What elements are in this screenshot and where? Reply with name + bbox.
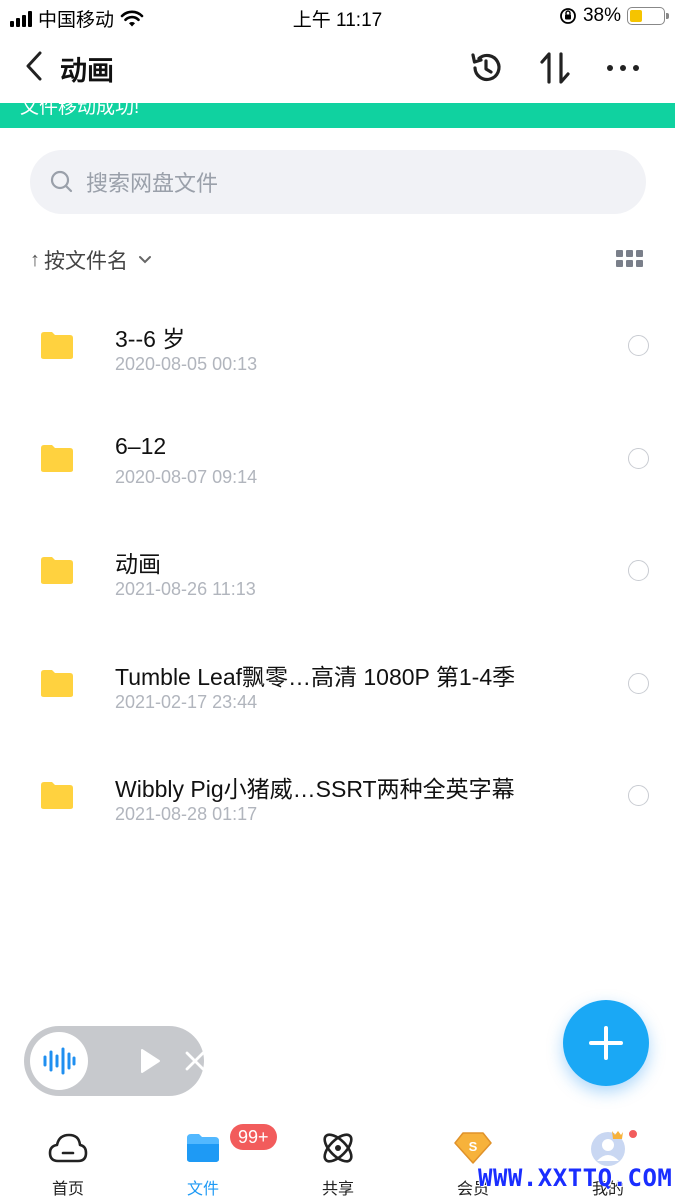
page-title: 动画 — [60, 56, 114, 86]
more-dots-icon — [607, 65, 639, 71]
notification-badge: 99+ — [230, 1124, 277, 1150]
chevron-down-icon[interactable] — [138, 255, 152, 265]
select-checkbox[interactable] — [628, 560, 649, 581]
sort-selector[interactable]: 按文件名 — [44, 245, 128, 275]
close-button[interactable] — [182, 1048, 208, 1074]
audio-toggle[interactable] — [30, 1032, 88, 1090]
tab-share[interactable]: 共享 — [278, 1118, 398, 1200]
cloud-home-icon — [48, 1130, 88, 1166]
history-icon — [471, 53, 501, 81]
history-button[interactable] — [466, 48, 506, 88]
status-right: 38% — [559, 5, 669, 27]
search-icon — [50, 170, 73, 193]
audio-wave-icon — [43, 1047, 76, 1075]
tab-label: 共享 — [321, 1181, 354, 1198]
audio-player-pill[interactable] — [24, 1026, 205, 1096]
watermark: WWW.XXTTQ.COM — [478, 1164, 673, 1192]
play-button[interactable] — [137, 1048, 163, 1074]
file-date: 2021-02-17 23:44 — [115, 691, 258, 712]
file-item[interactable]: 6–12 2020-08-07 09:14 — [0, 403, 675, 516]
file-item[interactable]: 3--6 岁 2020-08-05 00:13 — [0, 290, 675, 403]
nav-bar: 动画 — [0, 34, 675, 100]
select-checkbox[interactable] — [628, 335, 649, 356]
profile-avatar-icon — [588, 1130, 628, 1166]
folder-icon — [41, 444, 73, 472]
grid-view-icon[interactable] — [616, 250, 643, 268]
file-date: 2021-08-26 11:13 — [115, 579, 256, 599]
tab-home[interactable]: 首页 — [8, 1118, 128, 1200]
toast-text: 文件移动成功! — [20, 103, 140, 118]
file-item[interactable]: 动画 2021-08-26 11:13 — [0, 515, 675, 628]
folder-icon — [41, 332, 73, 359]
close-icon — [185, 1051, 205, 1071]
more-button[interactable] — [603, 48, 643, 88]
search-bar[interactable]: 搜索网盘文件 — [30, 150, 646, 214]
chevron-left-icon — [26, 51, 42, 81]
folder-tab-icon — [183, 1130, 223, 1166]
sort-button[interactable] — [535, 48, 575, 88]
battery-fill — [630, 10, 643, 22]
folder-icon — [41, 557, 73, 584]
play-icon — [141, 1049, 160, 1073]
sort-arrow-icon: ↑ — [30, 248, 40, 271]
file-item[interactable]: Wibbly Pig小猪威…SSRT两种全英字幕 2021-08-28 01:1… — [0, 740, 675, 853]
svg-text:S: S — [469, 1139, 478, 1154]
file-item[interactable]: Tumble Leaf飘零…高清 1080P 第1-4季 2021-02-17 … — [0, 628, 675, 741]
status-bar: 中国移动 上午 11:17 38% — [0, 0, 675, 34]
file-date: 2020-08-05 00:13 — [115, 354, 258, 374]
battery-icon — [627, 7, 669, 25]
folder-icon — [41, 782, 73, 809]
select-checkbox[interactable] — [628, 672, 649, 694]
file-date: 2020-08-07 09:14 — [115, 466, 258, 487]
tab-label: 首页 — [51, 1181, 84, 1198]
select-checkbox[interactable] — [628, 447, 649, 469]
file-name: Tumble Leaf飘零…高清 1080P 第1-4季 — [115, 663, 516, 690]
plus-icon — [589, 1026, 623, 1060]
file-list: 3--6 岁 2020-08-05 00:13 6–12 2020-08-07 … — [0, 290, 675, 853]
file-date: 2021-08-28 01:17 — [115, 804, 258, 824]
orientation-lock-icon — [560, 8, 576, 24]
tab-label: 文件 — [186, 1181, 219, 1198]
sort-arrows-icon — [540, 52, 570, 84]
file-name: Wibbly Pig小猪威…SSRT两种全英字幕 — [115, 776, 515, 802]
vip-diamond-icon: S — [453, 1130, 493, 1166]
file-name: 6–12 — [115, 432, 167, 459]
search-placeholder: 搜索网盘文件 — [86, 171, 219, 196]
back-button[interactable] — [18, 48, 50, 84]
sort-row: ↑ 按文件名 — [30, 244, 646, 276]
add-button[interactable] — [563, 1000, 649, 1086]
profile-notification-dot — [627, 1128, 639, 1140]
file-name: 3--6 岁 — [115, 326, 186, 352]
file-name: 动画 — [115, 551, 161, 577]
battery-percent: 38% — [582, 5, 621, 26]
select-checkbox[interactable] — [628, 785, 649, 806]
share-orbit-icon — [318, 1130, 358, 1166]
folder-icon — [41, 669, 73, 697]
success-toast: 文件移动成功! — [0, 103, 675, 128]
